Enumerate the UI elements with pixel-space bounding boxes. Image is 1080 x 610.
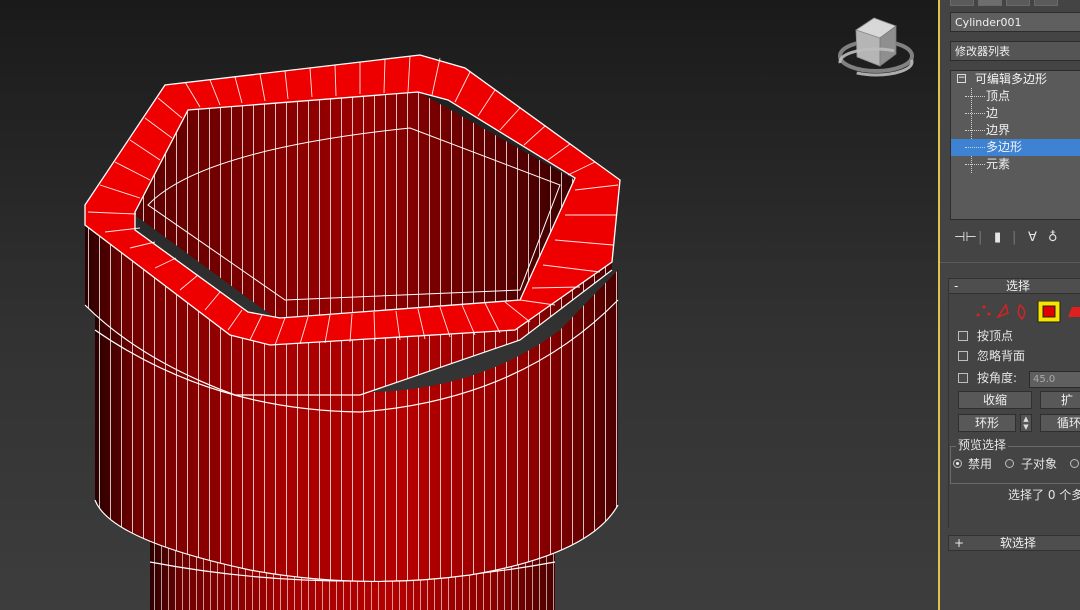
selection-status-text: 选择了 0 个多 — [1008, 488, 1080, 502]
viewcube-icon[interactable] — [838, 17, 914, 77]
shrink-button[interactable]: 收缩 — [958, 391, 1032, 409]
modifier-stack[interactable]: − 可编辑多边形 顶点 边 边界 多边形 元素 — [950, 70, 1080, 220]
section-divider — [940, 262, 1080, 263]
modify-tab-icon[interactable] — [978, 0, 1002, 6]
angle-value-field[interactable]: 45.0 — [1029, 371, 1080, 388]
stack-item-border[interactable]: 边界 — [951, 122, 1080, 139]
remove-modifier-icon[interactable]: ♁ — [1048, 228, 1058, 248]
soft-selection-rollout-header[interactable]: + 软选择 — [948, 535, 1080, 551]
create-tab-icon[interactable] — [950, 0, 974, 6]
make-unique-icon[interactable]: ∀ — [1028, 228, 1037, 248]
preview-selection-title: 预览选择 — [956, 438, 1009, 452]
command-panel: Cylinder001 修改器列表 − 可编辑多边形 顶点 边 边界 多边形 元… — [940, 0, 1080, 610]
perspective-viewport[interactable] — [0, 0, 938, 610]
stack-item-element[interactable]: 元素 — [951, 156, 1080, 173]
stack-toolbar: ⊣⊢ | ▮ | ∀ ♁ — [954, 228, 1080, 248]
hierarchy-tab-icon[interactable] — [1006, 0, 1030, 6]
object-name-field[interactable]: Cylinder001 — [950, 12, 1080, 32]
pin-stack-icon[interactable]: ⊣⊢ — [954, 228, 977, 248]
loop-button[interactable]: 循环 — [1040, 414, 1080, 432]
by-vertex-checkbox[interactable] — [958, 331, 968, 341]
preview-subobject-radio[interactable] — [1005, 459, 1014, 468]
preview-disabled-radio[interactable] — [953, 459, 962, 468]
stack-root-item[interactable]: − 可编辑多边形 — [951, 71, 1080, 88]
modifier-list-dropdown[interactable]: 修改器列表 — [950, 41, 1080, 61]
panel-tabs[interactable] — [946, 0, 1080, 6]
collapse-icon[interactable]: − — [957, 74, 966, 83]
stack-item-vertex[interactable]: 顶点 — [951, 88, 1080, 105]
show-end-result-icon[interactable]: ▮ — [994, 228, 1001, 248]
by-angle-checkbox[interactable] — [958, 373, 968, 383]
ignore-backfacing-checkbox[interactable] — [958, 351, 968, 361]
viewport-scene[interactable] — [0, 0, 938, 610]
stack-item-edge[interactable]: 边 — [951, 105, 1080, 122]
grow-button[interactable]: 扩 — [1040, 391, 1080, 409]
motion-tab-icon[interactable] — [1034, 0, 1058, 6]
ring-button[interactable]: 环形 — [958, 414, 1016, 432]
ring-spinner-icon[interactable]: ▲ ▼ — [1020, 414, 1032, 432]
preview-multi-radio[interactable] — [1070, 459, 1079, 468]
stack-item-polygon[interactable]: 多边形 — [951, 139, 1080, 156]
